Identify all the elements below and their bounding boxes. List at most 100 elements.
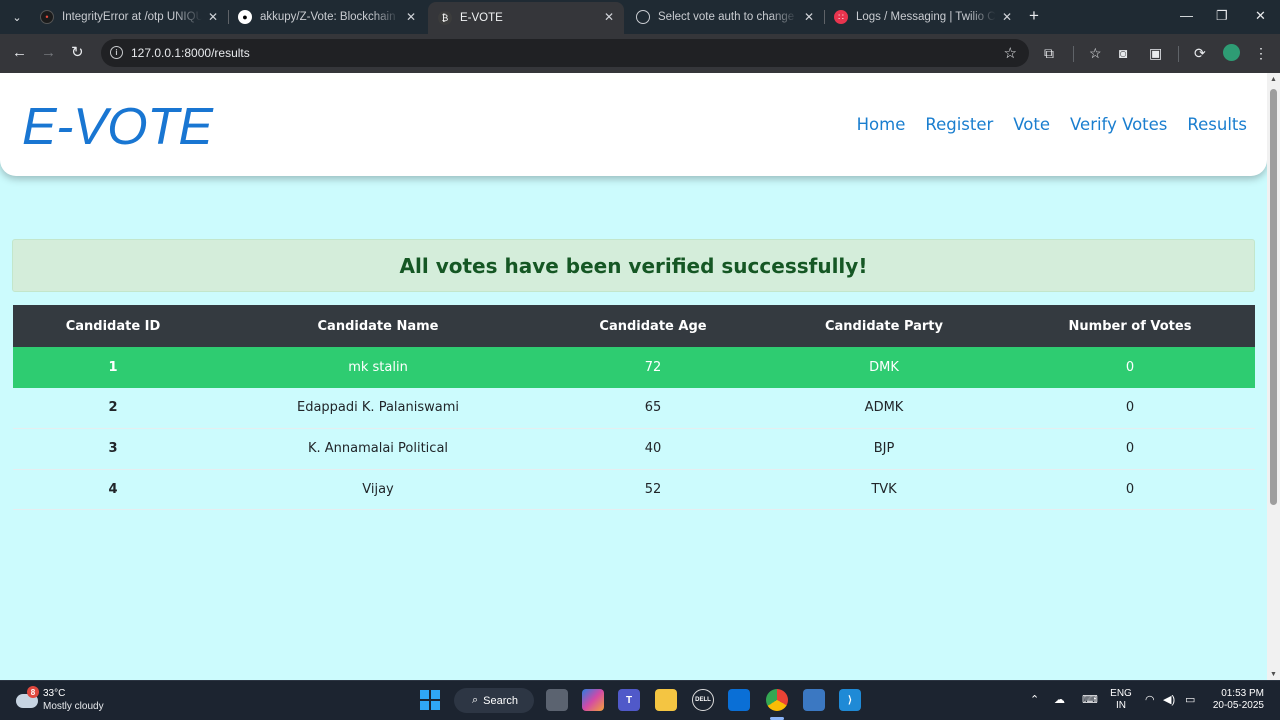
start-windows-icon[interactable] [420,690,440,710]
github-icon: ● [238,10,252,24]
close-icon[interactable]: ✕ [1002,10,1012,24]
volume-icon[interactable]: ◀) [1163,693,1175,706]
close-icon[interactable]: ✕ [804,10,814,24]
candidate-votes: 0 [1005,469,1255,511]
toolbar-divider [1073,46,1074,62]
candidate-id: 3 [13,428,213,470]
store-app-icon[interactable] [728,689,750,711]
candidate-name: Vijay [213,469,543,511]
system-clock[interactable]: 01:53 PM 20-05-2025 [1206,688,1264,712]
screenshot-icon[interactable]: ◙ [1119,44,1127,62]
table-header-row: Candidate ID Candidate Name Candidate Ag… [13,305,1255,347]
chevron-up-icon[interactable]: ⌃ [1030,693,1039,706]
search-icon: ⌕ [472,694,479,706]
page-scrollbar[interactable]: ▲ ▼ [1267,73,1280,680]
restore-icon[interactable]: ❐ [1216,8,1228,24]
keyboard-icon[interactable]: ⌨ [1082,693,1098,706]
profile-avatar[interactable] [1223,44,1240,61]
weather-temperature[interactable]: 33°C [43,688,65,699]
forward-arrow-icon[interactable]: → [41,44,56,62]
bookmark-star-icon[interactable]: ☆ [1004,44,1017,62]
reload-icon[interactable]: ↻ [71,44,84,62]
tab-evote[interactable]: ₿ E-VOTE ✕ [428,2,624,34]
bookmarks-star-icon[interactable]: ☆ [1089,44,1102,62]
weather-condition[interactable]: Mostly cloudy [43,701,104,712]
browser-toolbar: ← → ↻ i 127.0.0.1:8000/results ☆ ⧉ ☆ ◙ ▣… [0,34,1280,73]
tab-search-chevron-icon[interactable]: ⌄ [6,7,28,27]
close-icon[interactable]: ✕ [406,10,416,24]
vscode-icon[interactable]: ⟩ [839,689,861,711]
candidate-name: Edappadi K. Palaniswami [213,387,543,429]
toolbar-divider [1178,46,1179,62]
close-icon[interactable]: ✕ [604,10,614,24]
performance-icon[interactable]: ⟳ [1194,44,1206,62]
tab-twilio[interactable]: ∷ Logs / Messaging | Twilio Cons ✕ [824,2,1022,32]
window-close-icon[interactable]: ✕ [1255,8,1266,24]
site-info-icon[interactable]: i [110,46,123,59]
candidate-votes: 0 [1005,387,1255,429]
minimize-icon[interactable]: — [1180,8,1193,23]
url-text: 127.0.0.1:8000/results [131,46,250,60]
kebab-menu-icon[interactable]: ⋮ [1254,44,1268,62]
site-header: E-VOTE Home Register Vote Verify Votes R… [0,73,1267,176]
remote-desktop-icon[interactable] [803,689,825,711]
language-line1: ENG [1110,688,1132,699]
nav-home-link[interactable]: Home [857,115,906,134]
extensions-puzzle-icon[interactable]: ⧉ [1044,44,1054,62]
nav-vote-link[interactable]: Vote [1013,115,1050,134]
tab-django-admin[interactable]: Select vote auth to change | Dj ✕ [626,2,824,32]
globe-icon [636,10,650,24]
new-tab-plus-icon[interactable]: + [1029,7,1039,24]
copilot-icon[interactable] [582,689,604,711]
scroll-down-arrow-icon[interactable]: ▼ [1270,671,1277,678]
candidate-age: 52 [543,469,763,511]
table-row: 4 Vijay 52 TVK 0 [13,469,1255,511]
candidate-name: mk stalin [213,347,543,388]
tab-github[interactable]: ● akkupy/Z-Vote: Blockchain Base ✕ [228,2,426,32]
tab-title: akkupy/Z-Vote: Blockchain Base [260,11,400,23]
scrollbar-thumb[interactable] [1270,89,1277,505]
onedrive-cloud-icon[interactable]: ☁ [1054,693,1065,706]
dell-icon[interactable]: DELL [692,689,714,711]
task-view-icon[interactable] [546,689,568,711]
candidate-age: 65 [543,387,763,429]
bitcoin-icon: ₿ [438,11,452,25]
back-arrow-icon[interactable]: ← [12,44,27,62]
candidate-party: ADMK [763,387,1005,429]
table-row: 2 Edappadi K. Palaniswami 65 ADMK 0 [13,387,1255,429]
address-bar[interactable]: i 127.0.0.1:8000/results ☆ [101,39,1029,67]
candidate-id: 4 [13,469,213,511]
candidate-votes: 0 [1005,428,1255,470]
tab-title: IntegrityError at /otp UNIQUE c [62,11,202,23]
reading-mode-icon[interactable]: ▣ [1149,44,1162,62]
page-viewport: E-VOTE Home Register Vote Verify Votes R… [0,73,1267,680]
tab-integrity-error[interactable]: • IntegrityError at /otp UNIQUE c ✕ [30,2,228,32]
weather-badge: 8 [27,686,39,698]
tab-title: Select vote auth to change | Dj [658,11,798,23]
nav-register-link[interactable]: Register [925,115,993,134]
taskbar-search[interactable]: ⌕ Search [454,688,534,713]
site-logo[interactable]: E-VOTE [22,97,213,157]
table-row: 1 mk stalin 72 DMK 0 [13,347,1255,388]
candidate-age: 72 [543,347,763,388]
language-indicator[interactable]: ENG IN [1110,688,1132,712]
scroll-up-arrow-icon[interactable]: ▲ [1270,76,1277,83]
browser-tab-strip: ⌄ • IntegrityError at /otp UNIQUE c ✕ ● … [0,0,1280,34]
battery-icon[interactable]: ▭ [1185,693,1195,706]
clock-date: 20-05-2025 [1212,700,1264,711]
chrome-icon[interactable] [766,689,788,711]
header-number-of-votes: Number of Votes [1005,305,1255,347]
language-line2: IN [1116,700,1126,711]
teams-icon[interactable]: T [618,689,640,711]
wifi-icon[interactable]: ◠ [1145,693,1155,706]
twilio-icon: ∷ [834,10,848,24]
file-explorer-icon[interactable] [655,689,677,711]
tab-title: E-VOTE [460,12,503,24]
tab-title: Logs / Messaging | Twilio Cons [856,11,996,23]
success-alert: All votes have been verified successfull… [12,239,1255,292]
close-icon[interactable]: ✕ [208,10,218,24]
candidate-party: TVK [763,469,1005,511]
nav-verify-votes-link[interactable]: Verify Votes [1070,115,1167,134]
nav-results-link[interactable]: Results [1187,115,1247,134]
candidate-age: 40 [543,428,763,470]
